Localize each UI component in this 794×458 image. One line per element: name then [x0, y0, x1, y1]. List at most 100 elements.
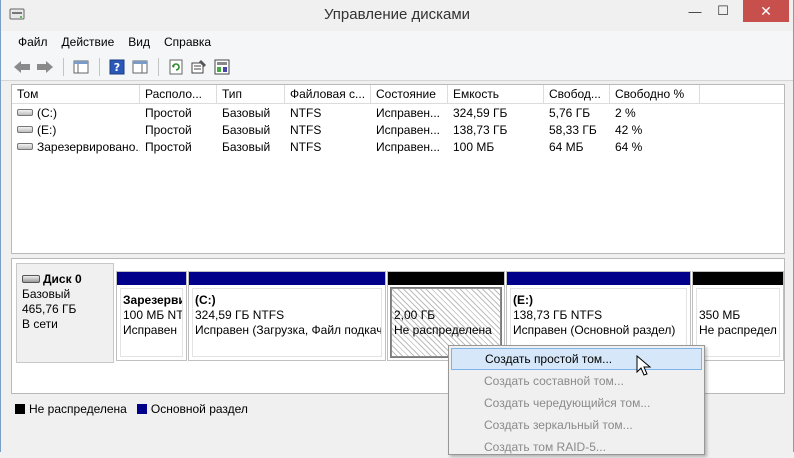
minimize-button[interactable]: — — [681, 0, 709, 22]
partition-name — [394, 293, 498, 308]
column-header-capacity[interactable]: Емкость — [448, 85, 544, 104]
partition-size: 100 МБ NTF — [123, 308, 183, 322]
minimize-icon: — — [688, 3, 702, 19]
partition-type-bar — [507, 272, 690, 285]
volume-name: (E:) — [37, 123, 57, 137]
svg-text:?: ? — [114, 61, 120, 74]
disk-info[interactable]: Диск 0 Базовый 465,76 ГБ В сети — [16, 263, 114, 363]
help-button[interactable]: ? — [106, 56, 128, 78]
disk-type: Базовый — [22, 287, 71, 301]
close-button[interactable]: ✕ — [743, 0, 789, 22]
column-header-type[interactable]: Тип — [217, 85, 285, 104]
volume-status: Исправен... — [376, 123, 441, 137]
partition-size: 138,73 ГБ NTFS — [513, 308, 603, 322]
partition-size: 2,00 ГБ — [394, 308, 436, 322]
volume-layout: Простой — [145, 140, 192, 154]
menu-item-create-spanned-volume[interactable]: Создать составной том... — [451, 370, 702, 392]
partition-status: Исправен (Загрузка, Файл подкач — [195, 323, 382, 337]
window-title: Управление дисками — [323, 6, 471, 23]
volume-filesystem: NTFS — [290, 123, 322, 137]
mouse-pointer-icon — [636, 355, 652, 376]
menu-file[interactable]: Файл — [11, 33, 55, 51]
partition-status: Исправен — [123, 323, 178, 337]
partition-unallocated-350mb[interactable]: 350 МБ Не распредел — [692, 271, 784, 361]
volume-list-header: Том Располо... Тип Файловая с... Состоян… — [12, 85, 784, 104]
partition-name: (C:) — [195, 293, 216, 307]
title-bar: Управление дисками — ☐ ✕ — [1, 0, 793, 31]
partition-reserved[interactable]: Зарезерви 100 МБ NTF Исправен — [116, 271, 187, 361]
table-row[interactable]: (E:) Простой Базовый NTFS Исправен... 13… — [12, 122, 784, 138]
refresh-icon — [169, 59, 183, 74]
menu-action[interactable]: Действие — [55, 33, 122, 51]
disk-settings-button[interactable] — [211, 56, 233, 78]
disk-settings-icon — [214, 59, 230, 74]
partition-status: Не распредел — [699, 323, 777, 337]
volume-layout: Простой — [145, 106, 192, 120]
close-icon: ✕ — [760, 2, 772, 19]
column-header-free-space[interactable]: Свобод... — [544, 85, 610, 104]
menu-help[interactable]: Справка — [157, 33, 218, 51]
volume-filesystem: NTFS — [290, 140, 322, 154]
volume-list[interactable]: Том Располо... Тип Файловая с... Состоян… — [11, 84, 785, 254]
partition-type-bar — [693, 272, 783, 285]
maximize-icon: ☐ — [717, 3, 729, 18]
volume-percent-free: 64 % — [615, 140, 643, 154]
disk-status: В сети — [22, 317, 58, 331]
menu-item-create-simple-volume[interactable]: Создать простой том... — [451, 348, 702, 370]
volume-filesystem: NTFS — [290, 106, 322, 120]
menu-view[interactable]: Вид — [121, 33, 157, 51]
volume-type: Базовый — [222, 140, 271, 154]
partition-type-bar — [189, 272, 385, 285]
partition-name — [699, 293, 777, 308]
partition-c[interactable]: (C:) 324,59 ГБ NTFS Исправен (Загрузка, … — [188, 271, 386, 361]
volume-name: Зарезервировано... — [37, 140, 140, 154]
drive-icon — [17, 126, 33, 134]
unallocated-swatch — [15, 404, 25, 414]
context-menu: Создать простой том... Создать составной… — [448, 345, 705, 455]
console-tree-icon — [73, 60, 89, 73]
console-tree-button[interactable] — [70, 56, 92, 78]
forward-button[interactable] — [34, 56, 56, 78]
volume-free-space: 5,76 ГБ — [549, 106, 591, 120]
menu-item-create-striped-volume[interactable]: Создать чередующийся том... — [451, 392, 702, 414]
properties-view-icon — [132, 60, 148, 73]
volume-type: Базовый — [222, 123, 271, 137]
table-row[interactable]: (C:) Простой Базовый NTFS Исправен... 32… — [12, 105, 784, 121]
back-arrow-icon — [14, 60, 30, 73]
drive-icon — [17, 143, 33, 151]
forward-arrow-icon — [37, 60, 53, 73]
properties-view-button[interactable] — [129, 56, 151, 78]
primary-swatch — [136, 404, 147, 414]
column-header-status[interactable]: Состояние — [371, 85, 448, 104]
partition-size: 324,59 ГБ NTFS — [195, 308, 285, 322]
column-header-volume[interactable]: Том — [12, 85, 140, 104]
volume-capacity: 100 МБ — [453, 140, 495, 154]
menu-bar: Файл Действие Вид Справка — [1, 31, 793, 53]
legend-item-primary: Основной раздел — [136, 402, 248, 416]
volume-free-space: 58,33 ГБ — [549, 123, 597, 137]
partition-name: Зарезерви — [123, 293, 183, 307]
partition-size: 350 МБ — [699, 308, 741, 322]
menu-item-create-mirrored-volume[interactable]: Создать зеркальный том... — [451, 414, 702, 436]
legend-item-unallocated: Не распределена — [15, 402, 127, 416]
properties-button[interactable] — [188, 56, 210, 78]
column-header-filesystem[interactable]: Файловая с... — [285, 85, 371, 104]
disk-name: Диск 0 — [43, 272, 82, 286]
partition-name: (E:) — [513, 293, 533, 307]
volume-percent-free: 2 % — [615, 106, 636, 120]
disk-management-window: Управление дисками — ☐ ✕ Файл Действие В… — [0, 0, 794, 455]
table-row[interactable]: Зарезервировано... Простой Базовый NTFS … — [12, 139, 784, 155]
refresh-button[interactable] — [165, 56, 187, 78]
volume-type: Базовый — [222, 106, 271, 120]
partition-type-bar — [117, 272, 186, 285]
menu-item-create-raid5-volume[interactable]: Создать том RAID-5... — [451, 436, 702, 458]
column-header-percent-free[interactable]: Свободно % — [610, 85, 700, 104]
partition-type-bar — [388, 272, 504, 285]
back-button[interactable] — [11, 56, 33, 78]
volume-name: (C:) — [37, 106, 57, 120]
maximize-button[interactable]: ☐ — [709, 0, 737, 22]
column-header-layout[interactable]: Располо... — [140, 85, 217, 104]
volume-capacity: 138,73 ГБ — [453, 123, 508, 137]
drive-icon — [17, 109, 33, 117]
partition-status: Не распределена — [394, 323, 492, 337]
